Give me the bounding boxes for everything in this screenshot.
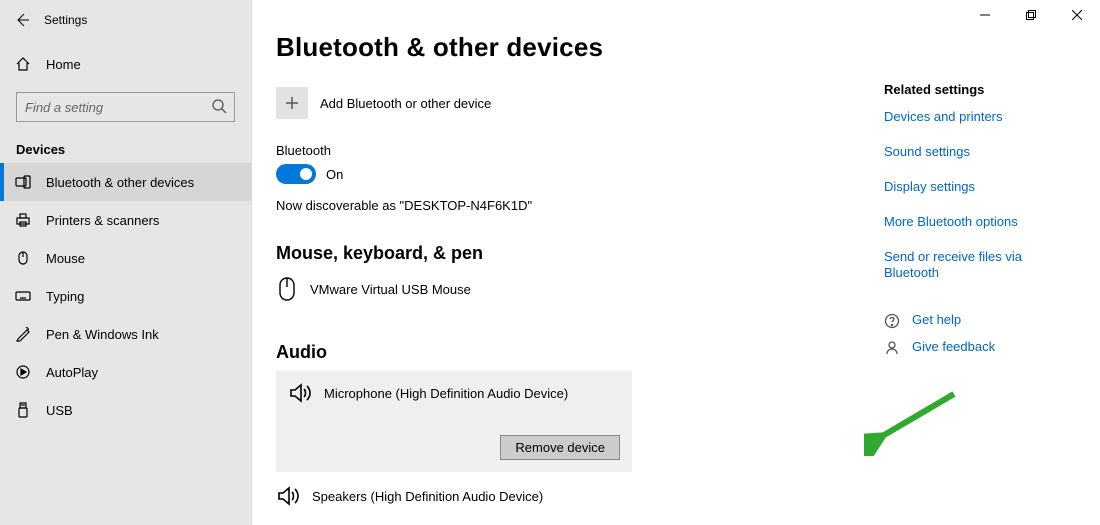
link-devices-and-printers[interactable]: Devices and printers <box>884 109 1064 126</box>
keyboard-icon <box>14 288 32 304</box>
sidebar-item-label: Bluetooth & other devices <box>46 175 194 190</box>
speaker-icon <box>276 484 300 508</box>
sidebar-item-label: AutoPlay <box>46 365 98 380</box>
help-label: Get help <box>912 312 961 329</box>
back-button[interactable] <box>0 0 44 40</box>
mouse-icon <box>14 250 32 266</box>
speaker-icon <box>288 381 312 405</box>
feedback-label: Give feedback <box>912 339 995 356</box>
sidebar-item-typing[interactable]: Typing <box>0 277 251 315</box>
sidebar-item-label: Typing <box>46 289 84 304</box>
sidebar-home[interactable]: Home <box>0 44 251 84</box>
main-panel: Bluetooth & other devices Add Bluetooth … <box>252 0 1100 525</box>
plus-icon <box>276 87 308 119</box>
feedback-icon <box>884 340 900 356</box>
mouse-device-icon <box>276 276 298 302</box>
sidebar-item-usb[interactable]: USB <box>0 391 251 429</box>
annotation-arrow <box>864 386 964 456</box>
autoplay-icon <box>14 364 32 380</box>
sidebar-item-mouse[interactable]: Mouse <box>0 239 251 277</box>
printer-icon <box>14 212 32 228</box>
home-icon <box>14 56 32 72</box>
add-device-label: Add Bluetooth or other device <box>320 96 491 111</box>
sidebar-item-autoplay[interactable]: AutoPlay <box>0 353 251 391</box>
page-title: Bluetooth & other devices <box>276 32 1100 63</box>
bluetooth-toggle[interactable] <box>276 164 316 184</box>
search-icon <box>211 98 227 114</box>
sidebar-item-label: Pen & Windows Ink <box>46 327 159 342</box>
sidebar-item-printers[interactable]: Printers & scanners <box>0 201 251 239</box>
sidebar-home-label: Home <box>46 57 81 72</box>
maximize-button[interactable] <box>1008 0 1054 30</box>
search-input[interactable] <box>16 92 235 122</box>
usb-icon <box>14 402 32 418</box>
link-give-feedback[interactable]: Give feedback <box>884 339 1064 356</box>
device-speakers-label: Speakers (High Definition Audio Device) <box>312 489 543 504</box>
device-mic-label: Microphone (High Definition Audio Device… <box>324 386 568 401</box>
link-more-bluetooth-options[interactable]: More Bluetooth options <box>884 214 1064 231</box>
link-get-help[interactable]: Get help <box>884 312 1064 329</box>
pen-icon <box>14 326 32 342</box>
device-row-speakers[interactable]: Speakers (High Definition Audio Device) <box>276 476 1100 512</box>
sidebar-item-pen[interactable]: Pen & Windows Ink <box>0 315 251 353</box>
link-sound-settings[interactable]: Sound settings <box>884 144 1064 161</box>
minimize-button[interactable] <box>962 0 1008 30</box>
remove-device-button[interactable]: Remove device <box>500 435 620 460</box>
app-title: Settings <box>44 13 87 27</box>
sidebar: Settings Home Devices Bluetooth & oth <box>0 0 252 525</box>
related-panel: Related settings Devices and printers So… <box>884 82 1064 366</box>
close-button[interactable] <box>1054 0 1100 30</box>
related-heading: Related settings <box>884 82 1064 97</box>
sidebar-item-label: Printers & scanners <box>46 213 159 228</box>
sidebar-item-bluetooth[interactable]: Bluetooth & other devices <box>0 163 251 201</box>
device-mouse-label: VMware Virtual USB Mouse <box>310 282 471 297</box>
devices-icon <box>14 174 32 190</box>
window-controls <box>962 0 1100 30</box>
link-display-settings[interactable]: Display settings <box>884 179 1064 196</box>
sidebar-item-label: USB <box>46 403 73 418</box>
bluetooth-state: On <box>326 167 343 182</box>
sidebar-group-label: Devices <box>0 132 251 163</box>
device-card-microphone[interactable]: Microphone (High Definition Audio Device… <box>276 371 632 472</box>
sidebar-item-label: Mouse <box>46 251 85 266</box>
link-send-receive-files[interactable]: Send or receive files via Bluetooth <box>884 249 1064 283</box>
help-icon <box>884 313 900 329</box>
